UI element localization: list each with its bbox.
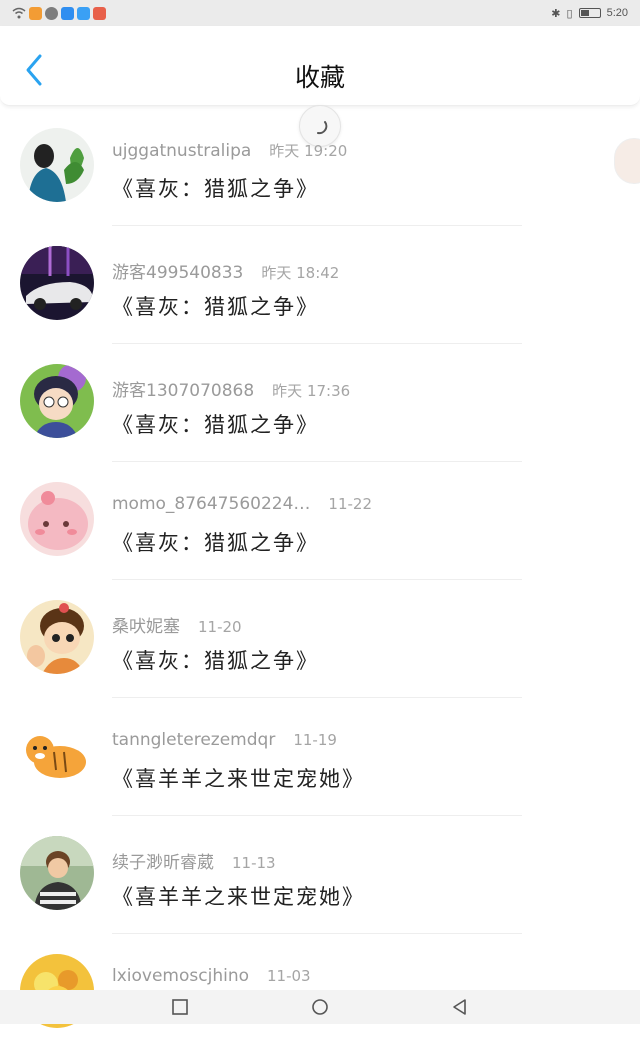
item-meta: 桑吠妮塞 11-20 <box>112 612 242 637</box>
avatar[interactable] <box>20 246 94 320</box>
system-nav-bar <box>0 990 640 1024</box>
timestamp: 11-20 <box>198 618 242 636</box>
list-item[interactable]: 游客499540833 昨天 18:42 《喜灰：猎狐之争》 <box>0 226 640 344</box>
bluetooth-icon: ✱ <box>551 7 561 20</box>
user-name: ujggatnustralipa <box>112 141 252 161</box>
work-title[interactable]: 《喜灰：猎狐之争》 <box>112 173 319 203</box>
app-notification-icon <box>93 6 106 20</box>
item-meta: ujggatnustralipa 昨天 19:20 <box>112 140 347 161</box>
item-meta: momo_87647560224… 11-22 <box>112 494 372 514</box>
recent-apps-button[interactable] <box>171 998 189 1016</box>
item-meta: 续子渺昕睿葳 11-13 <box>112 848 276 873</box>
system-status: ✱ ▯ 5:20 <box>551 7 628 20</box>
timestamp: 昨天 18:42 <box>261 264 340 282</box>
timestamp: 昨天 19:20 <box>269 142 348 160</box>
work-title[interactable]: 《喜灰：猎狐之争》 <box>112 645 319 675</box>
header: 收藏 <box>0 26 640 106</box>
item-meta: 游客499540833 昨天 18:42 <box>112 258 339 283</box>
list-item[interactable]: tanngleterezemdqr 11-19 《喜羊羊之来世定宠她》 <box>0 698 640 816</box>
avatar[interactable] <box>20 482 94 556</box>
wifi-icon <box>12 7 26 19</box>
status-bar: ✱ ▯ 5:20 <box>0 0 640 26</box>
item-meta: lxiovemoscjhino 11-03 <box>112 966 311 986</box>
notification-icons <box>12 6 106 20</box>
work-title[interactable]: 《喜灰：猎狐之争》 <box>112 527 319 557</box>
home-icon <box>312 999 328 1015</box>
back-triangle-icon <box>453 999 466 1015</box>
timestamp: 11-13 <box>232 854 276 872</box>
work-title[interactable]: 《喜灰：猎狐之争》 <box>112 409 319 439</box>
home-button[interactable] <box>311 998 329 1016</box>
user-name: lxiovemoscjhino <box>112 966 249 986</box>
recent-apps-icon <box>172 999 188 1015</box>
user-name: momo_87647560224… <box>112 494 311 514</box>
list-item[interactable]: 桑吠妮塞 11-20 《喜灰：猎狐之争》 <box>0 580 640 698</box>
user-name: 续子渺昕睿葳 <box>112 853 214 873</box>
vibrate-icon: ▯ <box>566 7 573 20</box>
user-name: 游客499540833 <box>112 263 244 283</box>
list-item[interactable]: momo_87647560224… 11-22 《喜灰：猎狐之争》 <box>0 462 640 580</box>
list-item[interactable]: ujggatnustralipa 昨天 19:20 《喜灰：猎狐之争》 <box>0 108 640 226</box>
app-notification-icon <box>61 6 74 20</box>
nav-back-button[interactable] <box>451 998 469 1016</box>
avatar[interactable] <box>20 718 94 792</box>
avatar[interactable] <box>20 364 94 438</box>
item-meta: tanngleterezemdqr 11-19 <box>112 730 337 750</box>
user-name: 桑吠妮塞 <box>112 617 180 637</box>
list-item[interactable]: 续子渺昕睿葳 11-13 《喜羊羊之来世定宠她》 <box>0 816 640 934</box>
app-notification-icon <box>29 6 42 20</box>
timestamp: 11-03 <box>267 967 311 985</box>
timestamp: 昨天 17:36 <box>272 382 351 400</box>
wechat-icon <box>45 6 58 20</box>
app-notification-icon <box>77 6 90 20</box>
clock: 5:20 <box>606 7 628 19</box>
battery-icon <box>578 8 601 18</box>
list-item[interactable]: 游客1307070868 昨天 17:36 《喜灰：猎狐之争》 <box>0 344 640 462</box>
page-title: 收藏 <box>294 63 345 92</box>
avatar[interactable] <box>20 600 94 674</box>
work-title[interactable]: 《喜羊羊之来世定宠她》 <box>112 763 365 793</box>
work-title[interactable]: 《喜灰：猎狐之争》 <box>112 291 319 321</box>
avatar[interactable] <box>20 836 94 910</box>
timestamp: 11-22 <box>328 495 372 513</box>
user-name: 游客1307070868 <box>112 381 255 401</box>
work-title[interactable]: 《喜羊羊之来世定宠她》 <box>112 881 365 911</box>
item-meta: 游客1307070868 昨天 17:36 <box>112 376 350 401</box>
avatar[interactable] <box>20 128 94 202</box>
timestamp: 11-19 <box>293 731 337 749</box>
user-name: tanngleterezemdqr <box>112 730 276 750</box>
